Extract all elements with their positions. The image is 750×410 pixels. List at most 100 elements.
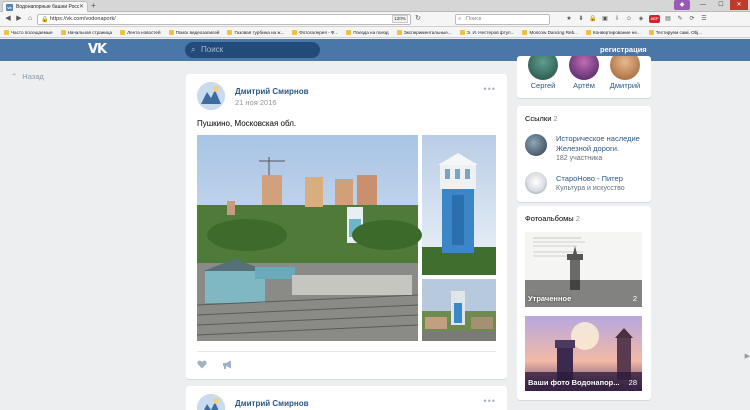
vk-search-placeholder: Поиск [201,45,224,54]
browser-search-placeholder: Поиск [466,16,482,22]
photo-tower[interactable] [422,135,496,275]
bookmark-item[interactable]: Конвертирование не... [585,29,641,35]
tool-icon[interactable]: ✎ [676,15,684,23]
vk-favicon-icon: vk [6,4,13,11]
library-icon[interactable]: ▣ [601,15,609,23]
bookmark-item[interactable]: Тестируем самі. Obj... [648,29,702,35]
bookmark-icon [459,29,465,35]
chevron-up-icon: ⌃ [11,72,18,81]
star-icon[interactable]: ★ [565,15,573,23]
reload-icon[interactable]: ↻ [413,14,423,24]
download-icon[interactable]: ⬇ [577,15,585,23]
megaphone-icon[interactable] [222,360,232,369]
bookmark-item[interactable]: Начальная страница [60,29,112,35]
member-item[interactable]: Дмитрий [603,56,647,90]
avatar-image [197,394,225,410]
register-link[interactable]: регистрация [600,45,647,54]
link-title[interactable]: СтароНово - Питер [556,174,648,184]
member-avatar [610,56,640,80]
photo-main[interactable] [196,135,422,341]
post-date[interactable]: 21 ноя 2016 [235,98,277,107]
browser-tab[interactable]: vk Водонапорные башни Росс ✕ [2,1,88,12]
album-count: 2 [632,294,637,303]
photo-collage [196,135,496,341]
search-icon: ⌕ [191,45,196,54]
bookmark-item[interactable]: Часто посещаемые [4,29,53,35]
downloads-icon[interactable]: ⇩ [613,15,621,23]
link-subtitle: 182 участника [556,155,603,162]
close-tab-icon[interactable]: ✕ [79,2,84,12]
back-link[interactable]: ⌃ Назад [11,72,44,81]
albums-title[interactable]: Фотоальбомы 2 [525,214,580,223]
link-item[interactable]: Историческое наследие Железной дороги. 1… [525,134,647,164]
avatar-image [197,82,225,110]
bookmark-item[interactable]: Газовая турбина на ж... [227,29,284,35]
link-avatar [525,172,547,194]
more-options-icon[interactable]: ••• [484,396,496,406]
member-name: Артём [573,81,595,90]
album-item[interactable]: Утраченное 2 [525,232,642,307]
menu-icon[interactable]: ☰ [700,15,708,23]
bookmark-icon [120,29,126,35]
heart-icon[interactable] [197,360,207,369]
links-title[interactable]: Ссылки 2 [525,114,558,123]
link-avatar [525,134,547,156]
link-item[interactable]: СтароНово - Питер Культура и искусство [525,172,647,198]
forward-arrow-icon[interactable]: ▶ [14,14,24,24]
members-card: Сергей Артём Дмитрий [517,56,651,98]
more-options-icon[interactable]: ••• [484,84,496,94]
minimize-button[interactable]: — [694,0,712,10]
bookmark-item[interactable]: Moscow Dancing Reb... [522,29,578,35]
profile-icon[interactable]: ◆ [674,0,690,10]
home-icon[interactable]: ⌂ [25,14,35,24]
links-card: Ссылки 2 Историческое наследие Железной д… [517,106,651,202]
author-avatar[interactable] [197,82,225,110]
wall-post: Дмитрий Смирнов 21 ноя 2016 ••• Пушкино,… [186,74,507,379]
wall-post: Дмитрий Смирнов ••• [186,386,507,410]
bookmark-item[interactable]: Поезда на поезд [346,29,389,35]
new-tab-button[interactable]: + [91,1,96,11]
member-name: Сергей [530,81,556,90]
smiley-icon[interactable]: ☺ [625,15,633,23]
lock-icon: 🔒 [41,17,49,23]
member-item[interactable]: Сергей [521,56,565,90]
photo-street[interactable] [422,279,496,341]
sync-icon[interactable]: ⟳ [688,15,696,23]
scroll-down-arrow-icon[interactable]: ▶ [745,352,750,360]
album-item[interactable]: Ваши фото Водонапор... 28 [525,316,642,391]
close-window-button[interactable]: ✕ [730,0,748,10]
member-item[interactable]: Артём [562,56,606,90]
zoom-level[interactable]: 120% [392,15,408,23]
bookmark-icon [292,29,298,35]
author-name[interactable]: Дмитрий Смирнов [235,399,309,408]
post-text: Пушкино, Московская обл. [197,119,297,128]
toolbar-icons: ★ ⬇ 🔒 ▣ ⇩ ☺ ◈ ABP ▤ ✎ ⟳ ☰ [565,15,708,23]
bookmark-item[interactable]: Лента новостей [120,29,161,35]
lock-icon[interactable]: 🔒 [589,15,597,23]
url-text: https://vk.com/vodonapork/ [50,16,116,22]
post-photos [196,135,496,341]
browser-search-input[interactable]: ⌕ Поиск [455,14,550,25]
addon-icon[interactable]: ▤ [664,15,672,23]
maximize-button[interactable]: ☐ [712,0,730,10]
back-arrow-icon[interactable]: ◀ [3,14,13,24]
link-title[interactable]: Историческое наследие Железной дороги. [556,134,648,154]
bookmark-icon [585,29,591,35]
album-count: 28 [628,378,637,387]
adblock-icon[interactable]: ABP [649,15,660,23]
author-name[interactable]: Дмитрий Смирнов [235,87,309,96]
vk-search-input[interactable]: ⌕ Поиск [185,42,320,58]
bookmark-item[interactable]: Экспериментальные... [396,29,452,35]
bookmark-icon [346,29,352,35]
member-avatar [528,56,558,80]
bookmark-icon [168,29,174,35]
vk-logo[interactable]: VK [88,43,107,57]
bookmark-item[interactable]: Э. И. Нестеров фтул... [459,29,514,35]
extension-icon[interactable]: ◈ [637,15,645,23]
bookmark-item[interactable]: Фотогалерея - Ф... [292,29,338,35]
bookmark-item[interactable]: Поиск видеозаписей [168,29,219,35]
author-avatar[interactable] [197,394,225,410]
address-bar[interactable]: 🔒 https://vk.com/vodonapork/ [37,14,411,25]
bookmark-icon [4,29,9,35]
albums-card: Фотоальбомы 2 Утраченное 2 Ваши фото Вод… [517,206,651,400]
